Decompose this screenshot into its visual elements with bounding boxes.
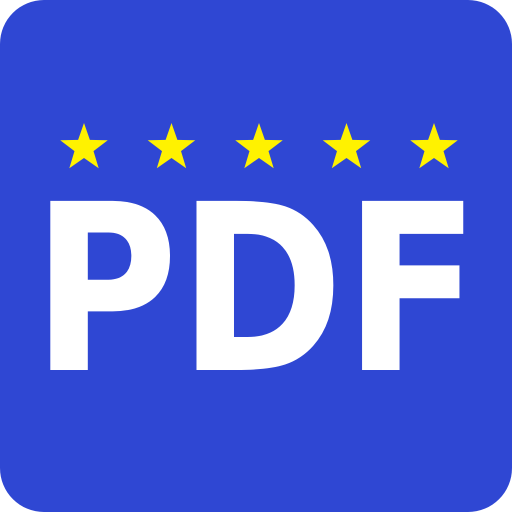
pdf-icon-graphic: PDF — [0, 0, 512, 512]
pdf-app-icon: PDF — [0, 0, 512, 512]
pdf-label: PDF — [32, 155, 480, 425]
